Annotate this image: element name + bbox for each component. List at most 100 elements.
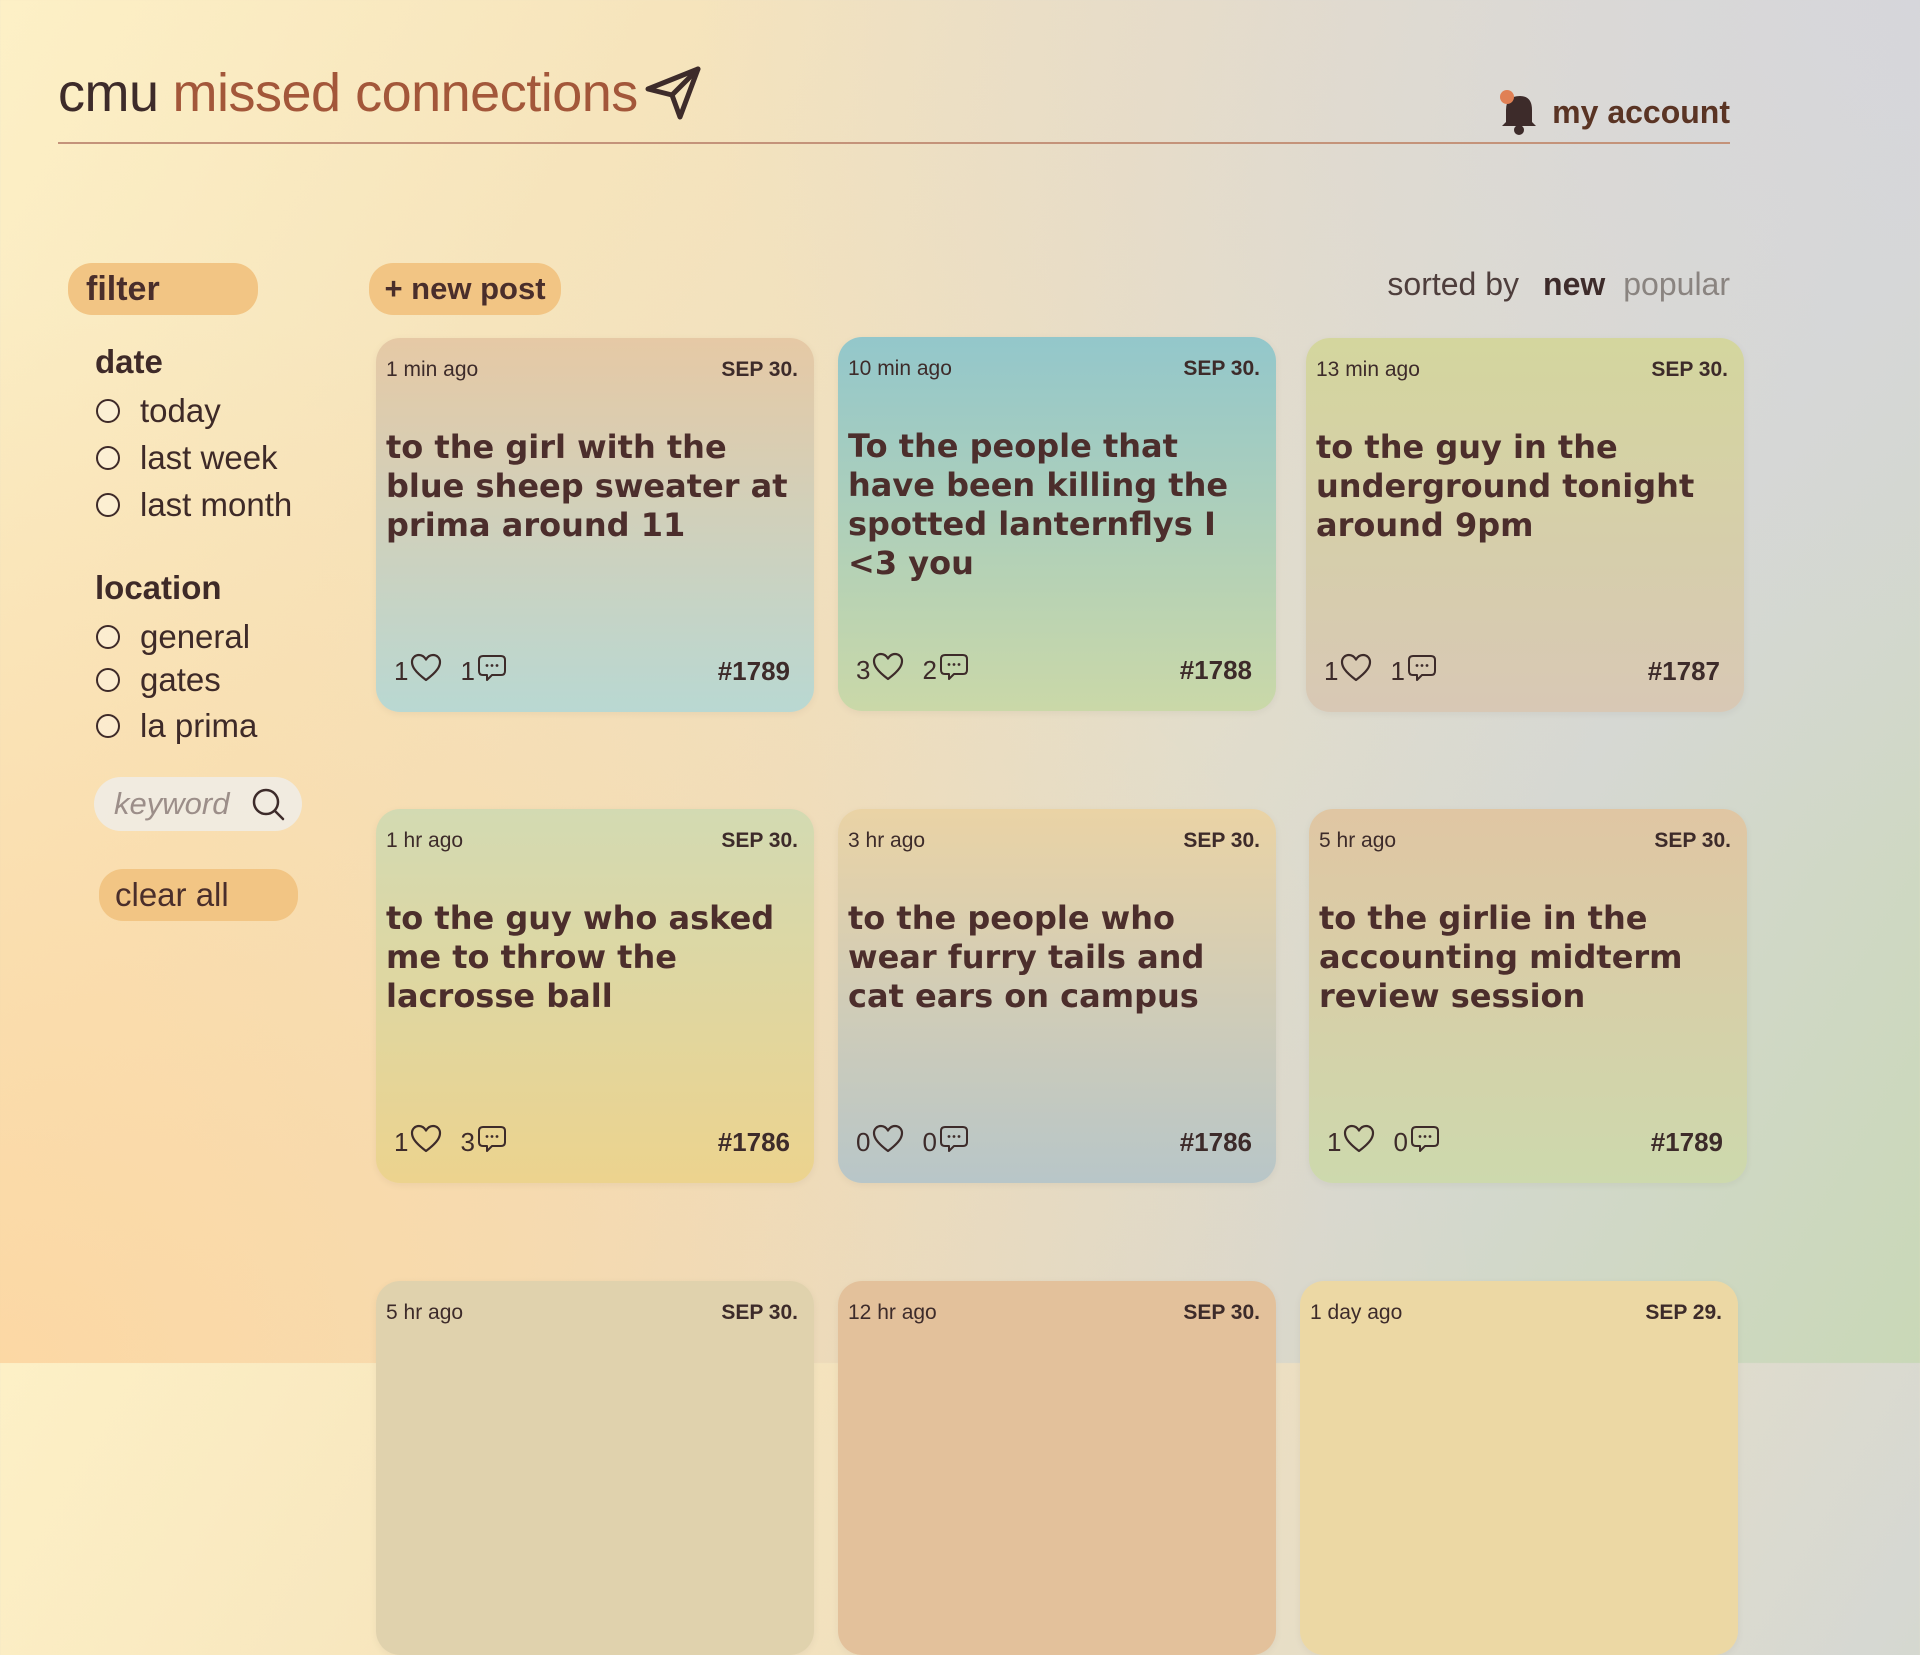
comment-button[interactable]: 0 [1393, 1124, 1439, 1161]
site-logo[interactable]: cmu missed connections [58, 62, 704, 124]
date-option-label: today [140, 392, 221, 429]
post-time: 5 hr ago [1319, 829, 1397, 852]
radio-button[interactable] [96, 399, 120, 423]
post-card[interactable]: 13 min ago SEP 30. to the guy in the under… [1306, 338, 1744, 712]
radio-button[interactable] [96, 625, 120, 649]
post-text: to the girlie in the accounting midterm … [1319, 899, 1683, 1015]
comment-count: 1 [460, 656, 475, 686]
post-id: #1789 [1650, 1127, 1723, 1157]
post-date: SEP 29. [1645, 1301, 1722, 1324]
like-count: 1 [1324, 656, 1339, 686]
post-time: 10 min ago [848, 357, 952, 380]
post-card[interactable]: 12 hr ago SEP 30. [838, 1281, 1276, 1655]
post-card[interactable]: 10 min ago SEP 30. To the people that have… [838, 337, 1276, 711]
post-text: to the guy who asked me to throw the lac… [386, 899, 775, 1015]
location-option-la-prima[interactable]: la prima [96, 707, 257, 745]
post-id: #1787 [1647, 656, 1720, 686]
radio-button[interactable] [96, 668, 120, 692]
post-time: 1 min ago [386, 358, 479, 381]
post-text: to the girl with the blue sheep sweater … [386, 428, 788, 544]
post-time: 3 hr ago [848, 829, 926, 852]
comment-icon[interactable] [937, 1124, 969, 1161]
radio-button[interactable] [96, 714, 120, 738]
post-date: SEP 30. [1654, 829, 1731, 852]
post-date: SEP 30. [1183, 829, 1260, 852]
post-text: to the people who wear furry tails and c… [848, 899, 1205, 1015]
post-time: 13 min ago [1316, 358, 1420, 381]
post-footer: 1 0 #1789 [1327, 1124, 1723, 1161]
post-date: SEP 30. [721, 358, 798, 381]
comment-button[interactable]: 3 [460, 1124, 506, 1161]
sort-new-button[interactable]: new [1543, 266, 1605, 303]
like-button[interactable]: 3 [856, 652, 904, 689]
my-account-link[interactable]: my account [1552, 94, 1730, 131]
like-count: 1 [394, 656, 409, 686]
keyword-search[interactable] [94, 777, 302, 831]
new-post-button[interactable]: + new post [369, 263, 561, 315]
post-time: 12 hr ago [848, 1301, 937, 1324]
location-option-label: la prima [140, 707, 258, 744]
post-footer: 1 3 #1786 [394, 1124, 790, 1161]
date-section-title: date [95, 343, 163, 380]
date-option-today[interactable]: today [96, 392, 221, 430]
date-option-last-week[interactable]: last week [96, 439, 278, 477]
comment-count: 3 [460, 1127, 475, 1157]
post-footer: 3 2 #1788 [856, 652, 1252, 689]
keyword-input[interactable] [112, 785, 246, 823]
like-button[interactable]: 1 [1327, 1124, 1375, 1161]
comment-count: 0 [1393, 1127, 1408, 1157]
like-button[interactable]: 1 [1324, 653, 1372, 690]
logo-prefix: cmu [58, 63, 159, 123]
location-option-general[interactable]: general [96, 618, 250, 656]
post-date: SEP 30. [721, 829, 798, 852]
bell-icon[interactable] [1498, 88, 1540, 136]
like-count: 1 [1327, 1127, 1342, 1157]
post-card[interactable]: 1 day ago SEP 29. [1300, 1281, 1738, 1655]
post-date: SEP 30. [1183, 357, 1260, 380]
clear-all-button[interactable]: clear all [99, 869, 298, 921]
comment-icon[interactable] [475, 653, 507, 690]
heart-icon[interactable] [870, 652, 904, 689]
date-option-label: last month [140, 486, 293, 523]
comment-button[interactable]: 2 [922, 652, 968, 689]
like-button[interactable]: 0 [856, 1124, 904, 1161]
heart-icon[interactable] [870, 1124, 904, 1161]
header-divider [58, 142, 1730, 144]
post-id: #1788 [1179, 655, 1252, 685]
post-date: SEP 30. [721, 1301, 798, 1324]
location-option-label: gates [140, 661, 221, 698]
like-button[interactable]: 1 [394, 653, 442, 690]
location-section-title: location [95, 569, 222, 606]
search-icon[interactable] [250, 786, 286, 822]
post-card[interactable]: 1 hr ago SEP 30. to the guy who asked me t… [376, 809, 814, 1183]
location-option-gates[interactable]: gates [96, 661, 221, 699]
heart-icon[interactable] [1341, 1124, 1375, 1161]
heart-icon[interactable] [408, 653, 442, 690]
like-count: 1 [394, 1127, 409, 1157]
comment-button[interactable]: 1 [460, 653, 506, 690]
post-card[interactable]: 3 hr ago SEP 30. to the people who wear fu… [838, 809, 1276, 1183]
post-text: to the guy in the underground tonight ar… [1316, 428, 1695, 544]
heart-icon[interactable] [408, 1124, 442, 1161]
date-option-last-month[interactable]: last month [96, 486, 292, 524]
location-option-label: general [140, 618, 251, 655]
comment-icon[interactable] [475, 1124, 507, 1161]
sort-popular-button[interactable]: popular [1623, 266, 1730, 303]
comment-icon[interactable] [1405, 653, 1437, 690]
post-card[interactable]: 5 hr ago SEP 30. [376, 1281, 814, 1655]
comment-button[interactable]: 1 [1390, 653, 1436, 690]
logo-title: missed connections [172, 63, 639, 123]
comment-count: 1 [1390, 656, 1405, 686]
radio-button[interactable] [96, 446, 120, 470]
post-time: 5 hr ago [386, 1301, 464, 1324]
account-menu[interactable]: my account [1498, 88, 1730, 136]
comment-icon[interactable] [1408, 1124, 1440, 1161]
comment-button[interactable]: 0 [922, 1124, 968, 1161]
like-button[interactable]: 1 [394, 1124, 442, 1161]
comment-icon[interactable] [937, 652, 969, 689]
radio-button[interactable] [96, 493, 120, 517]
post-card[interactable]: 1 min ago SEP 30. to the girl with the blu… [376, 338, 814, 712]
heart-icon[interactable] [1338, 653, 1372, 690]
post-card[interactable]: 5 hr ago SEP 30. to the girlie in the acco… [1309, 809, 1747, 1183]
post-footer: 1 1 #1789 [394, 653, 790, 690]
